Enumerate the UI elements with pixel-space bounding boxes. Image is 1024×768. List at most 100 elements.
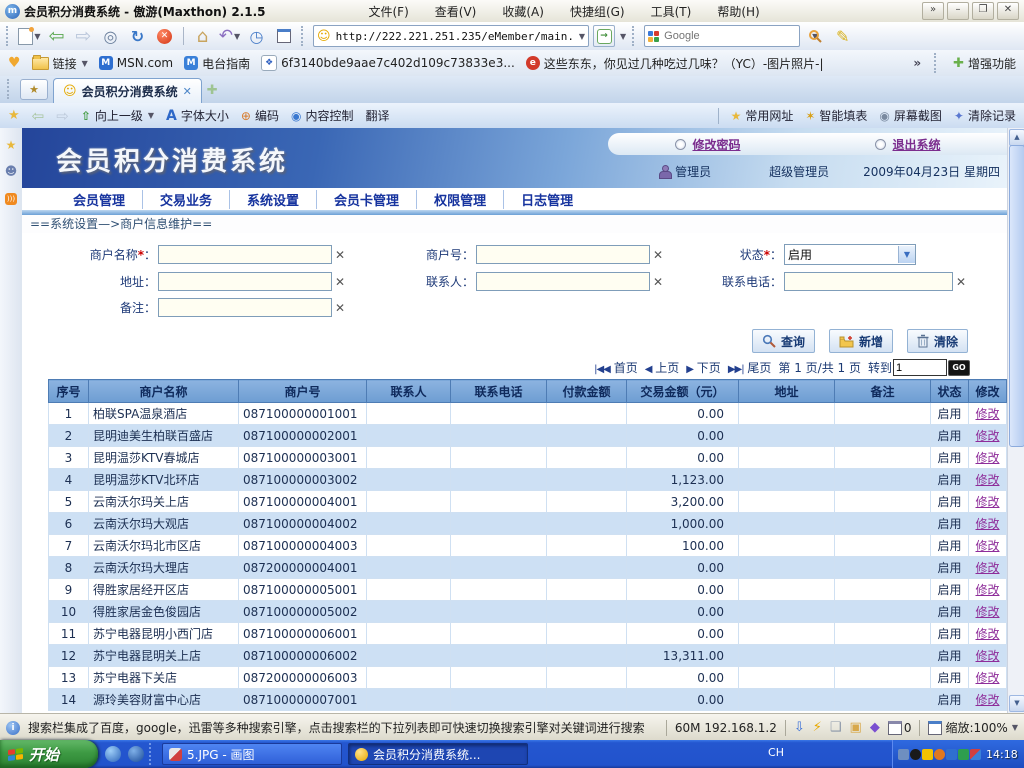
nav-item[interactable]: 系统设置 [229, 190, 316, 209]
up-level-button[interactable]: ⇧向上一级▼ [81, 107, 154, 124]
panels-button[interactable] [272, 25, 295, 48]
bookmark-hash[interactable]: ❖6f3140bde9aae7c402d109c73833e3... [261, 55, 515, 71]
favorites-heart-icon[interactable]: ♥ [8, 55, 21, 71]
common-sites-button[interactable]: ★常用网址 [731, 107, 794, 124]
printer-icon[interactable]: ❑ [830, 720, 842, 735]
quicklaunch-maxthon-icon[interactable] [105, 746, 121, 762]
task-paint-button[interactable]: 5.JPG - 画图 [162, 743, 342, 765]
quicklaunch-browser-icon[interactable] [128, 746, 144, 762]
home-button[interactable]: ⌂ [191, 25, 214, 48]
nav-item[interactable]: 会员管理 [56, 190, 142, 209]
bookmark-photos[interactable]: e这些东东，你见过几种吃过几味？（YC）-图片照片-| [526, 55, 824, 72]
language-indicator[interactable]: CH [768, 746, 784, 759]
start-button[interactable]: 开始 [0, 740, 98, 768]
remark-input[interactable] [158, 298, 332, 317]
nav-item[interactable]: 会员卡管理 [316, 190, 416, 209]
modify-link[interactable]: 修改 [975, 671, 999, 685]
tray-network-icon[interactable] [946, 749, 957, 760]
tray-qq-icon[interactable] [910, 749, 921, 760]
modify-link[interactable]: 修改 [975, 627, 999, 641]
skin-button[interactable]: » [922, 2, 944, 20]
history-dropdown-button[interactable]: ◎ [99, 25, 122, 48]
modify-link[interactable]: 修改 [975, 539, 999, 553]
clear-field-icon[interactable]: ✕ [653, 248, 663, 262]
menu-item[interactable]: 工具(T) [638, 1, 705, 22]
screenshot-button[interactable]: ◉屏幕截图 [879, 107, 942, 124]
add-button[interactable]: 新增 [829, 329, 893, 353]
history-clock-button[interactable]: ◷ [245, 25, 268, 48]
enhance-features-button[interactable]: ✚增强功能 [953, 55, 1016, 72]
highlight-button[interactable]: ✎ [831, 25, 854, 48]
zoom-control[interactable]: 缩放:100%▼ [928, 719, 1018, 736]
clear-field-icon[interactable]: ✕ [653, 275, 663, 289]
contact-input[interactable] [476, 272, 650, 291]
logout-link[interactable]: 退出系统 [875, 136, 940, 153]
folder-icon[interactable]: ▣ [850, 720, 862, 735]
favorites-panel-button[interactable]: ★ [20, 79, 48, 100]
modify-link[interactable]: 修改 [975, 693, 999, 707]
address-bar[interactable]: ☺ ▼ [313, 25, 589, 47]
close-button[interactable]: ✕ [997, 2, 1019, 20]
modify-link[interactable]: 修改 [975, 495, 999, 509]
refresh-button[interactable]: ↻ [126, 25, 149, 48]
sidebar-favorites-icon[interactable]: ★ [6, 138, 17, 152]
menu-item[interactable]: 快捷组(G) [557, 1, 638, 22]
page-favorite-star-icon[interactable]: ★ [8, 108, 20, 123]
modify-link[interactable]: 修改 [975, 473, 999, 487]
plugin-icon[interactable]: ◆ [870, 720, 880, 735]
modify-link[interactable]: 修改 [975, 407, 999, 421]
tray-maxthon-icon[interactable] [898, 749, 909, 760]
phone-input[interactable] [784, 272, 953, 291]
menu-item[interactable]: 收藏(A) [489, 1, 557, 22]
new-tab-plus-button[interactable]: ✚ [207, 83, 229, 100]
back-button[interactable]: ⇦ [45, 25, 68, 48]
modify-link[interactable]: 修改 [975, 561, 999, 575]
new-tab-button[interactable]: ▼ [18, 25, 41, 48]
boost-icon[interactable]: ⚡ [813, 720, 822, 735]
nav-item[interactable]: 权限管理 [416, 190, 503, 209]
tray-security-icon[interactable] [958, 749, 969, 760]
clear-field-icon[interactable]: ✕ [956, 275, 966, 289]
modify-link[interactable]: 修改 [975, 429, 999, 443]
query-button[interactable]: 查询 [752, 329, 815, 353]
encoding-button[interactable]: ⊕编码 [241, 107, 279, 124]
popup-blocker[interactable]: 0 [888, 721, 912, 735]
menu-item[interactable]: 帮助(H) [704, 1, 772, 22]
forward-button[interactable]: ⇨ [72, 25, 95, 48]
vertical-scrollbar[interactable]: ▲ ▼ [1007, 128, 1024, 713]
page-forward-icon[interactable]: ⇨ [56, 107, 69, 125]
merchant-name-input[interactable] [158, 245, 332, 264]
bookmark-radio-guide[interactable]: M电台指南 [184, 55, 250, 72]
first-page-button[interactable]: |◀◀ 首页 [594, 359, 638, 376]
search-input[interactable] [662, 29, 808, 43]
scroll-thumb[interactable] [1009, 145, 1024, 447]
tray-display-icon[interactable] [970, 749, 981, 760]
bookmark-msn[interactable]: MMSN.com [99, 56, 173, 70]
status-select[interactable]: 启用▼ [784, 244, 916, 265]
url-input[interactable] [334, 29, 575, 44]
scroll-down-icon[interactable]: ▼ [1009, 695, 1024, 712]
tray-shield-icon[interactable] [922, 749, 933, 760]
tab-close-icon[interactable]: ✕ [183, 85, 192, 98]
go-button[interactable]: → [593, 25, 615, 47]
clear-field-icon[interactable]: ✕ [335, 248, 345, 262]
tray-pet-icon[interactable] [934, 749, 945, 760]
merchant-no-input[interactable] [476, 245, 650, 264]
clear-field-icon[interactable]: ✕ [335, 301, 345, 315]
address-input[interactable] [158, 272, 332, 291]
modify-link[interactable]: 修改 [975, 605, 999, 619]
goto-page-input[interactable] [893, 359, 947, 376]
sidebar-rss-icon[interactable]: ))) [5, 190, 17, 205]
go-page-button[interactable]: GO [948, 360, 970, 376]
search-box[interactable]: ▼ [644, 25, 800, 47]
address-dropdown-icon[interactable]: ▼ [579, 32, 585, 41]
modify-link[interactable]: 修改 [975, 517, 999, 531]
bookmark-links-folder[interactable]: 链接▼ [32, 55, 88, 72]
search-go-button[interactable] [804, 25, 827, 48]
content-control-button[interactable]: ◉内容控制 [291, 107, 354, 124]
clear-button[interactable]: 清除 [907, 329, 968, 353]
sidebar-contacts-icon[interactable]: ☻ [5, 164, 18, 178]
prev-page-button[interactable]: ◀ 上页 [645, 359, 680, 376]
last-page-button[interactable]: ▶▶| 尾页 [728, 359, 772, 376]
download-icon[interactable]: ⇩ [794, 720, 805, 735]
